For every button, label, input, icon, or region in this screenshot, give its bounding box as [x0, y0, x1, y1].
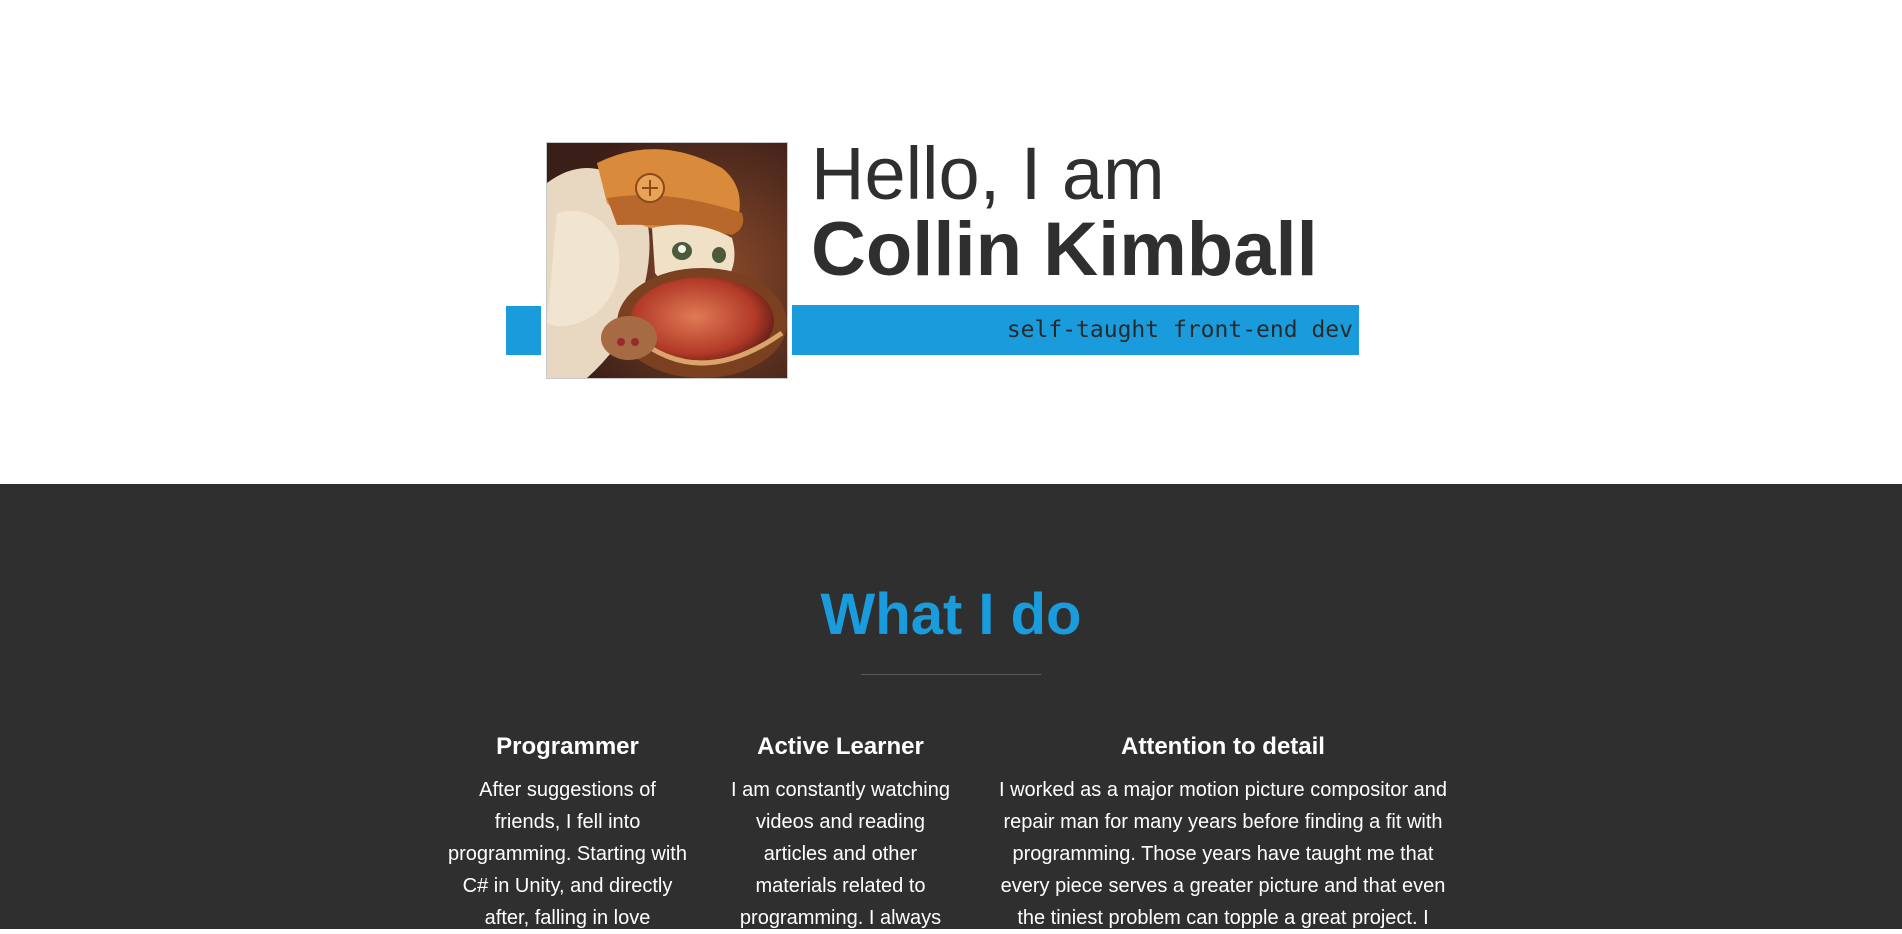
- tagline-bar: self-taught front-end dev: [792, 305, 1359, 355]
- hero-section: Hello, I am Collin Kimball self-taught f…: [0, 0, 1902, 484]
- avatar: [546, 142, 788, 379]
- section-divider: [861, 674, 1041, 675]
- skill-heading: Active Learner: [757, 733, 924, 760]
- skill-description: After suggestions of friends, I fell int…: [448, 779, 687, 929]
- skill-column-programmer: Programmer After suggestions of friends,…: [445, 732, 690, 934]
- skill-column-active-learner: Active Learner I am constantly watching …: [722, 732, 959, 934]
- anime-character-avatar-icon: [547, 143, 787, 378]
- skill-description: I am constantly watching videos and read…: [731, 779, 950, 929]
- greeting-text: Hello, I am: [811, 132, 1165, 215]
- accent-block: [506, 306, 541, 355]
- skill-column-attention-to-detail: Attention to detail I worked as a major …: [993, 732, 1453, 934]
- skill-description: I worked as a major motion picture compo…: [999, 779, 1447, 929]
- skill-heading: Programmer: [496, 733, 639, 760]
- section-title: What I do: [820, 582, 1082, 647]
- skill-heading: Attention to detail: [1121, 733, 1325, 760]
- name-heading: Collin Kimball: [811, 207, 1318, 292]
- what-i-do-section: What I do Programmer After suggestions o…: [0, 484, 1902, 929]
- tagline-text: self-taught front-end dev: [1006, 317, 1353, 343]
